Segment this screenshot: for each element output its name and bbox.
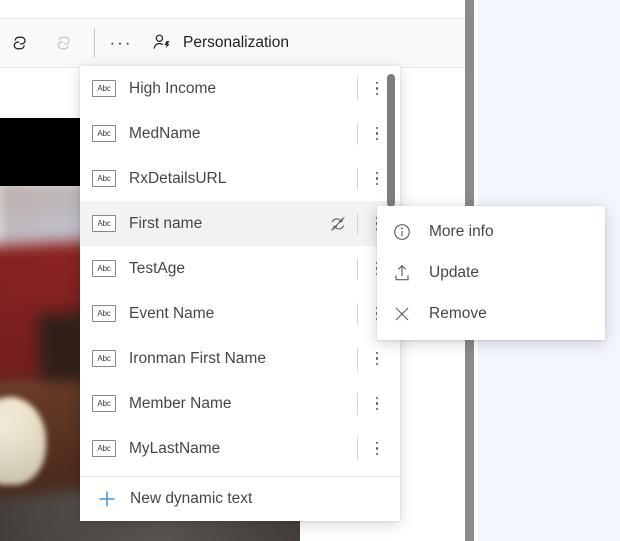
dynamic-text-row[interactable]: Abc MyLastName [80, 426, 400, 471]
context-menu-item-more-info[interactable]: More info [377, 211, 605, 252]
plus-icon [96, 488, 118, 510]
abc-icon: Abc [92, 440, 116, 457]
dynamic-text-row[interactable]: Abc Member Name [80, 381, 400, 426]
row-divider [357, 213, 358, 235]
dynamic-text-row-label: First name [129, 215, 327, 233]
link-icon [11, 32, 33, 54]
dynamic-text-row[interactable]: Abc RxDetailsURL [80, 156, 400, 201]
context-menu-item-label: Remove [429, 305, 487, 323]
upload-arrow-icon [391, 262, 413, 284]
link-button[interactable] [0, 23, 44, 63]
context-menu-item-label: Update [429, 264, 479, 282]
dynamic-text-row-label: Member Name [129, 395, 357, 413]
context-menu-item-remove[interactable]: Remove [377, 293, 605, 334]
row-divider [357, 303, 358, 325]
row-divider [357, 258, 358, 280]
person-lightning-icon [151, 32, 173, 54]
overflow-menu-button[interactable]: ··· [101, 23, 141, 63]
row-divider [357, 438, 358, 460]
context-menu-item-update[interactable]: Update [377, 252, 605, 293]
abc-icon: Abc [92, 215, 116, 232]
dynamic-text-row[interactable]: Abc First name [80, 201, 400, 246]
dynamic-text-row-label: TestAge [129, 260, 357, 278]
row-divider [357, 348, 358, 370]
dynamic-text-row-label: MyLastName [129, 440, 357, 458]
dynamic-text-row-label: Ironman First Name [129, 350, 357, 368]
dynamic-text-row-label: Event Name [129, 305, 357, 323]
abc-icon: Abc [92, 80, 116, 97]
dynamic-text-row-label: RxDetailsURL [129, 170, 357, 188]
new-dynamic-text-button[interactable]: New dynamic text [80, 476, 400, 521]
row-divider [357, 168, 358, 190]
black-image-placeholder [0, 118, 80, 186]
row-divider [357, 123, 358, 145]
scrollbar-thumb[interactable] [387, 74, 395, 207]
dynamic-text-panel: AbcHigh IncomeAbcMedNameAbcRxDetailsURLA… [80, 66, 400, 521]
dynamic-text-list: AbcHigh IncomeAbcMedNameAbcRxDetailsURLA… [80, 66, 400, 476]
unlink-button[interactable] [44, 23, 88, 63]
close-x-icon [391, 303, 413, 325]
tab-personalization[interactable]: Personalization [141, 19, 303, 67]
abc-icon: Abc [92, 170, 116, 187]
dynamic-text-row-label: High Income [129, 80, 357, 98]
dynamic-text-row[interactable]: Abc Event Name [80, 291, 400, 336]
dynamic-text-row[interactable]: Abc Ironman First Name [80, 336, 400, 381]
abc-icon: Abc [92, 350, 116, 367]
command-bar: ··· Personalization [0, 18, 465, 68]
abc-icon: Abc [92, 395, 116, 412]
row-context-menu: More info Update Remove [377, 206, 605, 340]
abc-icon: Abc [92, 305, 116, 322]
dynamic-text-row[interactable]: Abc High Income [80, 66, 400, 111]
dynamic-text-row[interactable]: Abc TestAge [80, 246, 400, 291]
command-bar-divider [94, 28, 95, 58]
row-divider [357, 78, 358, 100]
context-menu-item-label: More info [429, 223, 494, 241]
abc-icon: Abc [92, 260, 116, 277]
tab-personalization-label: Personalization [183, 34, 289, 52]
dynamic-text-row-label: MedName [129, 125, 357, 143]
info-circle-icon [391, 221, 413, 243]
unlink-icon [55, 32, 77, 54]
row-divider [357, 393, 358, 415]
new-dynamic-text-label: New dynamic text [130, 490, 252, 508]
sync-off-icon[interactable] [327, 213, 349, 235]
dynamic-text-row[interactable]: Abc MedName [80, 111, 400, 156]
abc-icon: Abc [92, 125, 116, 142]
